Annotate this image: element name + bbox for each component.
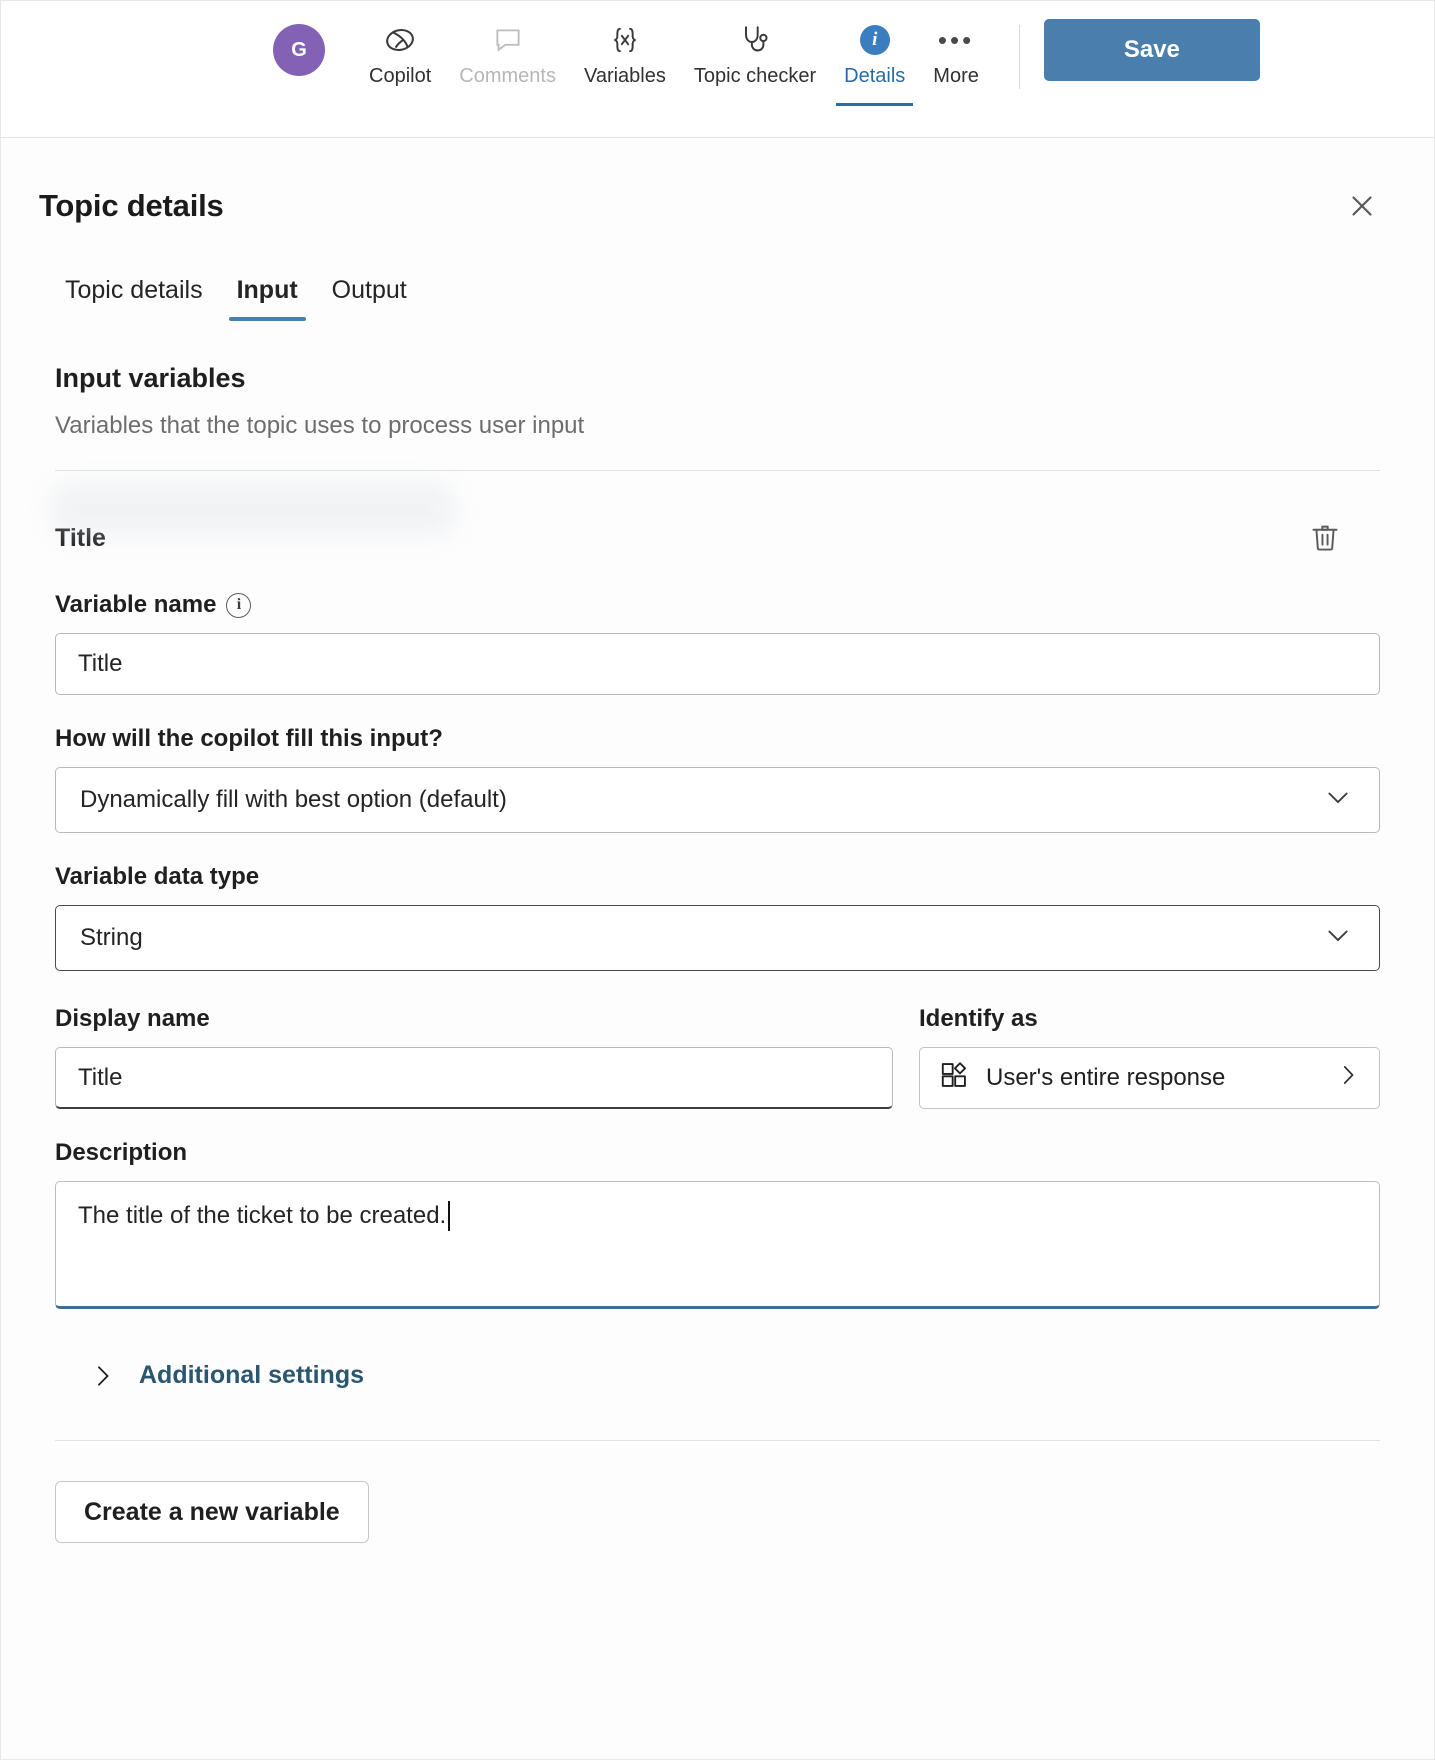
- toolbar-item-topic-checker[interactable]: Topic checker: [680, 1, 830, 89]
- info-circle-icon: i: [859, 19, 890, 61]
- close-icon[interactable]: [1336, 180, 1388, 232]
- variable-card-header: Title: [55, 471, 1380, 561]
- toolbar-item-variables-label: Variables: [583, 65, 666, 87]
- input-variable-card: Title Variable name i Title How will the…: [53, 471, 1380, 1390]
- display-name-label: Display name: [55, 1005, 210, 1032]
- copilot-icon: [381, 19, 419, 61]
- data-type-value[interactable]: String: [55, 905, 1380, 971]
- display-name-field: Display name: [55, 1005, 893, 1109]
- entity-squares-icon: [938, 1059, 970, 1098]
- panel-tabs: Topic details Input Output: [39, 270, 1396, 321]
- app-root: G Copilot Comments Variables Topic check…: [0, 0, 1435, 1760]
- toolbar-item-details-label: Details: [844, 65, 906, 87]
- chevron-right-icon: [89, 1362, 117, 1390]
- tab-topic-details[interactable]: Topic details: [55, 270, 213, 321]
- display-identify-row: Display name Identify as: [55, 1005, 1380, 1109]
- command-bar: G Copilot Comments Variables Topic check…: [1, 1, 1434, 138]
- description-label: Description: [55, 1139, 188, 1166]
- panel-header: Topic details: [39, 138, 1396, 232]
- toolbar-divider: [1018, 25, 1020, 89]
- page-title: Topic details: [39, 188, 224, 223]
- comment-bubble-icon: [491, 19, 525, 61]
- topic-details-panel: Topic details Topic details Input Output…: [1, 138, 1434, 1543]
- display-name-input[interactable]: [55, 1047, 893, 1109]
- toolbar-item-more[interactable]: ••• More: [919, 1, 993, 89]
- additional-settings-label: Additional settings: [139, 1361, 364, 1389]
- section-description: Variables that the topic uses to process…: [55, 412, 585, 439]
- identify-as-label: Identify as: [919, 1005, 1038, 1032]
- avatar[interactable]: G: [273, 24, 325, 76]
- identify-as-value: User's entire response: [986, 1064, 1226, 1091]
- delete-icon[interactable]: [1302, 515, 1348, 561]
- command-bar-items: Copilot Comments Variables Topic checker…: [355, 1, 993, 106]
- fill-method-label: How will the copilot fill this input?: [55, 725, 443, 752]
- toolbar-item-variables[interactable]: Variables: [570, 1, 680, 89]
- fill-method-value[interactable]: Dynamically fill with best option (defau…: [55, 767, 1380, 833]
- chevron-right-icon: [1335, 1062, 1361, 1095]
- variable-card-title: Title: [55, 523, 106, 552]
- variables-braces-icon: [607, 19, 643, 61]
- save-button[interactable]: Save: [1043, 19, 1260, 81]
- data-type-dropdown[interactable]: String: [55, 905, 1380, 971]
- toolbar-item-details[interactable]: i Details: [830, 1, 919, 106]
- toolbar-item-comments-label: Comments: [459, 65, 556, 87]
- info-icon[interactable]: i: [226, 592, 252, 618]
- stethoscope-icon: [737, 19, 773, 61]
- variable-name-label-text: Variable name: [55, 591, 217, 618]
- create-new-variable-button[interactable]: Create a new variable: [55, 1481, 369, 1543]
- avatar-initial: G: [291, 38, 307, 61]
- section-heading: Input variables: [55, 363, 246, 393]
- data-type-label: Variable data type: [55, 863, 260, 890]
- description-value: The title of the ticket to be created.: [78, 1200, 451, 1232]
- toolbar-item-copilot[interactable]: Copilot: [355, 1, 445, 89]
- variable-name-label: Variable name i: [55, 591, 1380, 619]
- variable-name-input[interactable]: [55, 633, 1380, 695]
- toolbar-item-comments[interactable]: Comments: [445, 1, 570, 89]
- variable-name-field: Variable name i: [55, 591, 1380, 695]
- toolbar-item-topic-checker-label: Topic checker: [693, 65, 817, 87]
- fill-method-field: How will the copilot fill this input? Dy…: [55, 725, 1380, 833]
- fill-method-dropdown[interactable]: Dynamically fill with best option (defau…: [55, 767, 1380, 833]
- identify-as-field: Identify as User's entire response: [919, 1005, 1380, 1109]
- identify-as-button[interactable]: User's entire response: [919, 1047, 1380, 1109]
- data-type-field: Variable data type String: [55, 863, 1380, 971]
- tab-output[interactable]: Output: [322, 270, 417, 321]
- tab-input[interactable]: Input: [227, 270, 308, 321]
- description-field: Description The title of the ticket to b…: [55, 1139, 1380, 1309]
- toolbar-item-copilot-label: Copilot: [369, 65, 432, 87]
- divider-bottom: [55, 1440, 1380, 1441]
- toolbar-item-more-label: More: [933, 65, 979, 87]
- description-textarea[interactable]: The title of the ticket to be created.: [55, 1181, 1380, 1309]
- ellipsis-icon: •••: [937, 25, 975, 55]
- additional-settings-toggle[interactable]: Additional settings: [89, 1361, 364, 1390]
